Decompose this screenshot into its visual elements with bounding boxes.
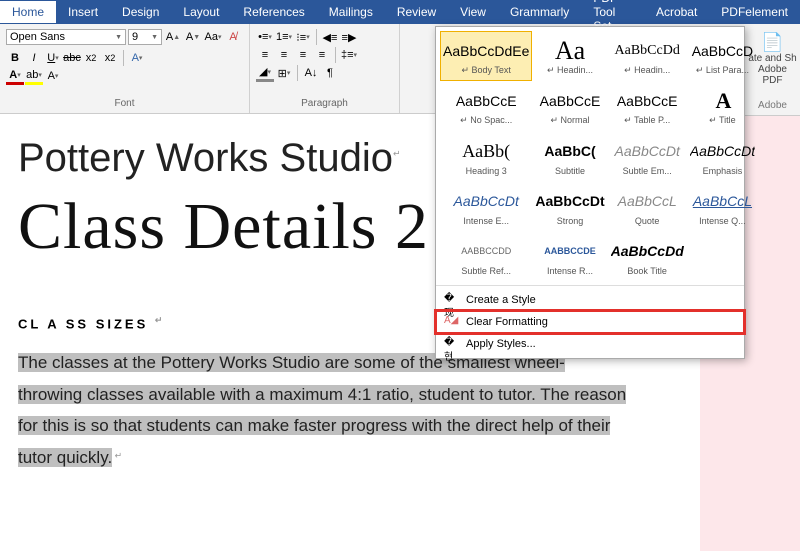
text-effects-icon[interactable]: A▾ [128,49,146,67]
shading-icon[interactable]: ◢▾ [256,64,274,82]
style-heading-3[interactable]: AaBb(Heading 3 [440,131,532,181]
style-emphasis[interactable]: AaBbCcDtEmphasis [687,131,758,181]
style-quote[interactable]: AaBbCcLQuote [608,181,687,231]
create-style-icon: �现 [444,293,458,307]
styles-gallery: AaBbCcDdEe↵ Body TextAa↵ Headin...AaBbCc… [435,26,745,359]
indent-icon[interactable]: ≡▶ [340,28,358,46]
font-name-combo[interactable]: Open Sans▼ [6,29,126,45]
style-strong[interactable]: AaBbCcDtStrong [532,181,607,231]
underline-button[interactable]: U▾ [44,49,62,67]
tab-view[interactable]: View [448,1,498,23]
change-case-icon[interactable]: Aa▾ [204,28,222,46]
superscript-button[interactable]: x2 [101,49,119,67]
sort-icon[interactable]: A↓ [302,64,320,82]
style-subtle-em-[interactable]: AaBbCcDtSubtle Em... [608,131,687,181]
tab-pdfelement[interactable]: PDFelement [709,1,800,23]
style--list-para-[interactable]: AaBbCcD↵ List Para... [687,31,758,81]
numbering-icon[interactable]: 1≡▾ [275,28,293,46]
outdent-icon[interactable]: ◀≡ [321,28,339,46]
style--body-text[interactable]: AaBbCcDdEe↵ Body Text [440,31,532,81]
tab-acrobat[interactable]: Acrobat [644,1,709,23]
style-empty [687,231,758,281]
italic-button[interactable]: I [25,49,43,67]
style-subtle-ref-[interactable]: AABBCCDDSubtle Ref... [440,231,532,281]
font-group-label: Font [6,96,243,109]
style--no-spac-[interactable]: AaBbCcE↵ No Spac... [440,81,532,131]
create-style-item[interactable]: �现Create a Style [436,289,744,311]
style--title[interactable]: A↵ Title [687,81,758,131]
highlight-icon[interactable]: ab▾ [25,67,43,85]
eraser-icon: A◢ [444,315,458,329]
tab-mailings[interactable]: Mailings [317,1,385,23]
subscript-button[interactable]: x2 [82,49,100,67]
doc-body-paragraph[interactable]: The classes at the Pottery Works Studio … [18,347,628,473]
style-subtitle[interactable]: AaBbC(Subtitle [532,131,607,181]
style-book-title[interactable]: AaBbCcDdBook Title [608,231,687,281]
align-left-icon[interactable]: ≡ [256,46,274,64]
justify-icon[interactable]: ≡ [313,46,331,64]
paragraph-group-label: Paragraph [256,96,393,109]
bullets-icon[interactable]: •≡▾ [256,28,274,46]
text-border-icon[interactable]: A▾ [44,67,62,85]
borders-icon[interactable]: ⊞▾ [275,64,293,82]
style-intense-q-[interactable]: AaBbCcLIntense Q... [687,181,758,231]
style--table-p-[interactable]: AaBbCcE↵ Table P... [608,81,687,131]
style--headin-[interactable]: Aa↵ Headin... [532,31,607,81]
paragraph-group: •≡▾ 1≡▾ ⁝≡▾ ◀≡ ≡▶ ≡ ≡ ≡ ≡ ‡≡▾ ◢▾ ⊞▾ A↓ ¶… [250,24,400,113]
font-size-combo[interactable]: 9▼ [128,29,162,45]
tab-home[interactable]: Home [0,1,56,23]
clear-format-icon[interactable]: A̸ [224,28,242,46]
apply-styles-icon: �현 [444,337,458,351]
shrink-font-icon[interactable]: A▼ [184,28,202,46]
font-color-icon[interactable]: A▾ [6,67,24,85]
tab-layout[interactable]: Layout [171,1,231,23]
clear-formatting-item[interactable]: A◢Clear Formatting [436,311,744,333]
align-center-icon[interactable]: ≡ [275,46,293,64]
style-intense-r-[interactable]: AABBCCDEIntense R... [532,231,607,281]
tab-grammarly[interactable]: Grammarly [498,1,581,23]
font-group: Open Sans▼ 9▼ A▲ A▼ Aa▾ A̸ B I U▾ abc x2… [0,24,250,113]
align-right-icon[interactable]: ≡ [294,46,312,64]
style--normal[interactable]: AaBbCcE↵ Normal [532,81,607,131]
tab-design[interactable]: Design [110,1,171,23]
tab-review[interactable]: Review [385,1,448,23]
grow-font-icon[interactable]: A▲ [164,28,182,46]
ribbon-tabs: HomeInsertDesignLayoutReferencesMailings… [0,0,800,24]
style-intense-e-[interactable]: AaBbCcDtIntense E... [440,181,532,231]
tab-insert[interactable]: Insert [56,1,110,23]
style--headin-[interactable]: AaBbCcDd↵ Headin... [608,31,687,81]
show-marks-icon[interactable]: ¶ [321,64,339,82]
apply-styles-item[interactable]: �현Apply Styles... [436,333,744,355]
multilevel-icon[interactable]: ⁝≡▾ [294,28,312,46]
line-spacing-icon[interactable]: ‡≡▾ [340,46,358,64]
tab-references[interactable]: References [231,1,316,23]
strike-button[interactable]: abc [63,49,81,67]
bold-button[interactable]: B [6,49,24,67]
